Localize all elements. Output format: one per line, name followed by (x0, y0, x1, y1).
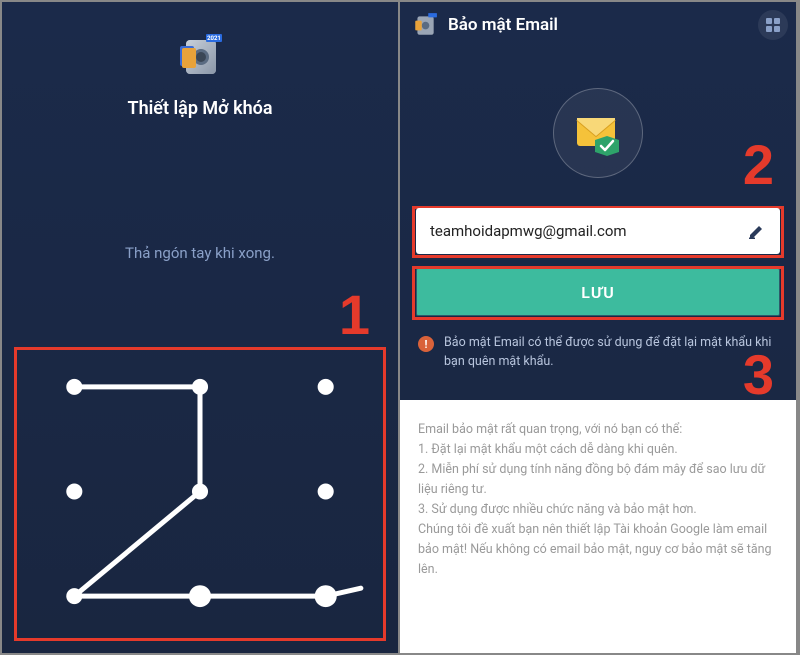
info-outro: Chúng tôi đề xuất bạn nên thiết lập Tài … (418, 520, 778, 580)
menu-button[interactable] (758, 10, 788, 40)
info-line-3: 3. Sử dụng được nhiều chức năng và bảo m… (418, 500, 778, 520)
app-logo-icon: 2021 (176, 32, 224, 80)
unlock-title: Thiết lập Mở khóa (2, 98, 398, 119)
warning-text: Bảo mật Email có thể được sử dụng để đặt… (444, 334, 778, 372)
warning-row: ! Bảo mật Email có thể được sử dụng để đ… (400, 316, 796, 372)
step-number-1: 1 (339, 287, 370, 343)
email-value: teamhoidapmwg@gmail.com (430, 222, 748, 240)
info-panel: Email bảo mật rất quan trọng, với nó bạn… (400, 400, 796, 653)
step-number-2: 2 (743, 137, 774, 193)
email-input[interactable]: teamhoidapmwg@gmail.com (416, 208, 780, 254)
header: Bảo mật Email (400, 2, 796, 48)
grid-menu-icon (766, 18, 780, 32)
app-logo-small-icon (412, 12, 438, 38)
header-title: Bảo mật Email (448, 15, 558, 35)
svg-text:2021: 2021 (207, 35, 221, 42)
pattern-lock-grid[interactable] (14, 347, 386, 641)
step-number-3: 3 (743, 347, 774, 403)
email-hero-icon (553, 88, 643, 178)
info-line-2: 2. Miễn phí sử dụng tính năng đồng bộ đá… (418, 460, 778, 500)
info-line-1: 1. Đặt lại mật khẩu một cách dễ dàng khi… (418, 440, 778, 460)
edit-icon[interactable] (748, 222, 766, 240)
highlight-save-button (412, 266, 784, 320)
email-security-screen: Bảo mật Email 2 teamhoidapmwg@gmail.com … (400, 2, 798, 653)
unlock-setup-screen: 2021 Thiết lập Mở khóa Thả ngón tay khi … (2, 2, 400, 653)
unlock-hint: Thả ngón tay khi xong. (2, 244, 398, 262)
warning-icon: ! (418, 336, 434, 352)
info-intro: Email bảo mật rất quan trọng, với nó bạn… (418, 420, 778, 440)
